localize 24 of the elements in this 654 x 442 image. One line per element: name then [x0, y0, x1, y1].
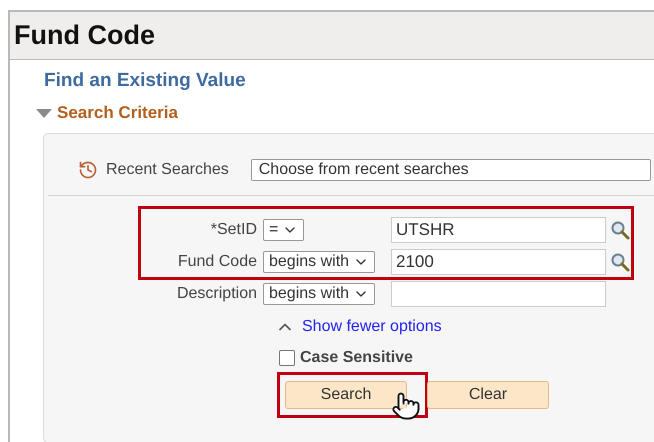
clear-button[interactable]: Clear [427, 381, 549, 409]
search-button[interactable]: Search [285, 381, 407, 409]
search-icon[interactable] [610, 252, 630, 272]
search-icon[interactable] [610, 220, 630, 240]
page-heading: Find an Existing Value [44, 69, 247, 93]
collapse-triangle-icon[interactable] [36, 107, 52, 119]
show-fewer-options-link[interactable]: Show fewer options [302, 315, 442, 339]
operator-select[interactable]: = [263, 219, 304, 241]
case-sensitive-label: Case Sensitive [300, 348, 413, 368]
case-sensitive-checkbox[interactable] [279, 350, 295, 366]
field-label: *SetID [210, 220, 257, 240]
page-title: Fund Code [14, 19, 155, 52]
field-label: Fund Code [176, 252, 257, 272]
history-icon [78, 160, 98, 180]
recent-searches-label: Recent Searches [106, 160, 229, 180]
value-field[interactable]: 2100 [391, 249, 606, 275]
operator-select[interactable]: begins with [263, 251, 376, 273]
hand-cursor-icon [391, 391, 421, 421]
value-field[interactable] [391, 281, 606, 307]
value-field[interactable]: UTSHR [391, 217, 606, 243]
field-label: Description [176, 284, 257, 304]
recent-searches-select[interactable]: Choose from recent searches [250, 158, 651, 180]
section-title[interactable]: Search Criteria [57, 100, 178, 126]
operator-select[interactable]: begins with [263, 283, 376, 305]
